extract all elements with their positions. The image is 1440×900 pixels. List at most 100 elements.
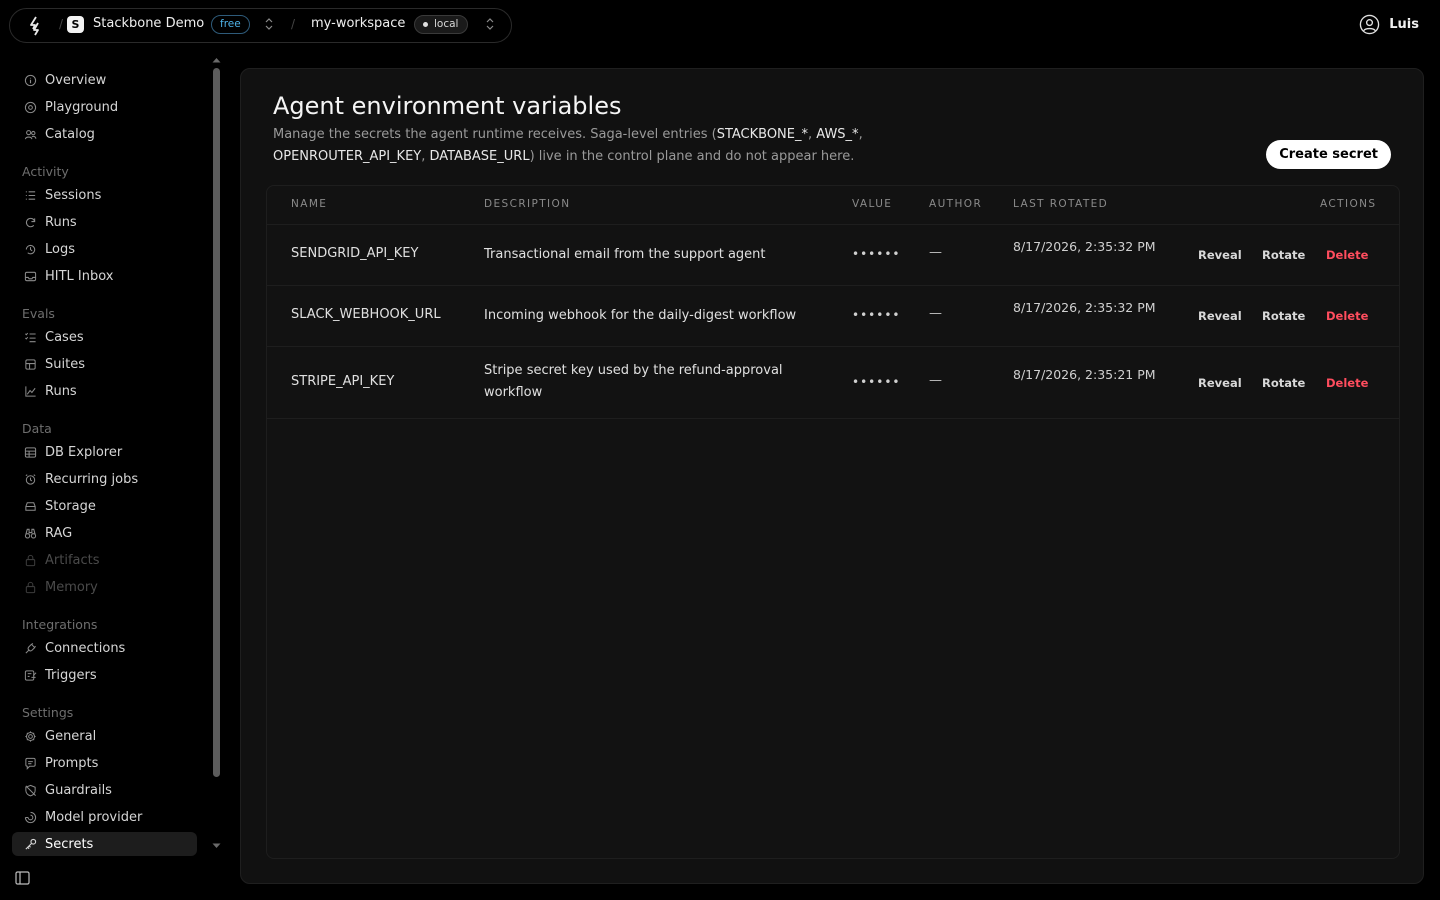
sidebar-item-guardrails[interactable]: Guardrails [12, 778, 197, 802]
plan-badge: free [211, 15, 250, 34]
sidebar-item-prompts[interactable]: Prompts [12, 751, 197, 775]
sidebar-item-sessions[interactable]: Sessions [12, 183, 197, 207]
sidebar-item-triggers[interactable]: Triggers [12, 663, 197, 687]
workspace-name[interactable]: my-workspace [311, 16, 405, 31]
secret-last-rotated: 8/17/2026, 2:35:32 PM [1013, 239, 1156, 254]
secret-name: STRIPE_API_KEY [291, 374, 395, 389]
sidebar-nav: Overview Playground Catalog Activity Ses… [0, 56, 226, 860]
delete-button[interactable]: Delete [1326, 248, 1368, 262]
secret-author: — [929, 245, 942, 260]
user-menu[interactable]: Luis [1359, 14, 1419, 35]
sidebar-item-recurring-jobs[interactable]: Recurring jobs [12, 467, 197, 491]
sidebar-item-suites[interactable]: Suites [12, 352, 197, 376]
sidebar-item-label: Sessions [45, 187, 102, 203]
list-icon [25, 190, 36, 200]
table-icon [24, 446, 37, 458]
sidebar-item-rag[interactable]: RAG [12, 521, 197, 545]
sidebar-item-storage[interactable]: Storage [12, 494, 197, 518]
sidebar-item-logs[interactable]: Logs [12, 237, 197, 261]
plug-icon [25, 642, 36, 654]
sidebar-item-label: DB Explorer [45, 444, 123, 460]
rotate-button[interactable]: Rotate [1262, 309, 1305, 323]
binoculars-icon [24, 528, 37, 538]
sidebar-item-hitl-inbox[interactable]: HITL Inbox [12, 264, 197, 288]
sidebar-item-label: Secrets [45, 836, 94, 852]
alarm-icon [25, 473, 36, 485]
sidebar-item-cases[interactable]: Cases [12, 325, 197, 349]
nav-group-evals: Evals [22, 306, 55, 321]
column-header-actions: Actions [1320, 198, 1377, 210]
history-icon [25, 244, 36, 254]
sidebar-item-runs[interactable]: Runs [12, 210, 197, 234]
sidebar-item-label: RAG [45, 525, 73, 541]
user-name: Luis [1389, 17, 1419, 32]
sidebar-item-eval-runs[interactable]: Runs [12, 379, 197, 403]
create-secret-button[interactable]: Create secret [1266, 140, 1391, 169]
secret-value-masked: •••••• [852, 247, 901, 261]
sidebar-item-memory: Memory [12, 575, 197, 599]
nav-group-integrations: Integrations [22, 617, 98, 632]
sidebar-item-label: Storage [45, 498, 96, 514]
sidebar-item-overview[interactable]: Overview [12, 68, 197, 92]
delete-button[interactable]: Delete [1326, 309, 1368, 323]
scroll-down-arrow-icon[interactable] [212, 843, 221, 849]
rotate-button[interactable]: Rotate [1262, 248, 1305, 262]
secret-description: Transactional email from the support age… [484, 247, 766, 262]
separator-slash: / [59, 17, 64, 31]
delete-button[interactable]: Delete [1326, 376, 1368, 390]
reveal-button[interactable]: Reveal [1198, 309, 1242, 323]
info-circle-icon [24, 74, 37, 86]
table-row: STRIPE_API_KEY Stripe secret key used by… [267, 346, 1399, 419]
secret-description: Stripe secret key used by the refund-app… [484, 363, 783, 400]
trigger-icon [24, 669, 37, 681]
sidebar-item-label: Prompts [45, 755, 99, 771]
chart-line-icon [25, 385, 36, 397]
sidebar-item-label: Artifacts [45, 552, 100, 568]
sidebar-item-general[interactable]: General [12, 724, 197, 748]
sidebar-item-label: Triggers [45, 667, 97, 683]
target-icon [24, 101, 37, 113]
page-title: Agent environment variables [273, 92, 622, 120]
env-status-dot [423, 22, 428, 27]
sidebar-item-label: Logs [45, 241, 75, 257]
sidebar-scrollbar-thumb[interactable] [213, 68, 220, 777]
separator-slash: / [291, 17, 296, 31]
rotate-button[interactable]: Rotate [1262, 376, 1305, 390]
page-description: Manage the secrets the agent runtime rec… [273, 127, 863, 164]
sidebar-item-playground[interactable]: Playground [12, 95, 197, 119]
model-icon [24, 811, 37, 823]
org-name[interactable]: Stackbone Demo [93, 16, 204, 31]
table-row: SLACK_WEBHOOK_URL Incoming webhook for t… [267, 285, 1399, 346]
environment-badge: local [414, 15, 469, 34]
sidebar-item-label: Recurring jobs [45, 471, 139, 487]
sidebar-item-label: HITL Inbox [45, 268, 114, 284]
sidebar-item-catalog[interactable]: Catalog [12, 122, 197, 146]
sidebar-item-label: Runs [45, 383, 77, 399]
sidebar-toggle-icon[interactable] [15, 871, 30, 885]
gear-icon [25, 730, 36, 742]
column-header-description: Description [484, 198, 571, 210]
reveal-button[interactable]: Reveal [1198, 248, 1242, 262]
sidebar-item-connections[interactable]: Connections [12, 636, 197, 660]
checklist-icon [25, 332, 36, 342]
reveal-button[interactable]: Reveal [1198, 376, 1242, 390]
user-circle-icon [1360, 14, 1380, 35]
org-switch-chevron-icon[interactable] [264, 17, 274, 31]
secret-description: Incoming webhook for the daily-digest wo… [484, 308, 797, 323]
sidebar-item-db-explorer[interactable]: DB Explorer [12, 440, 197, 464]
sidebar-item-label: Connections [45, 640, 126, 656]
sidebar-item-label: Guardrails [45, 782, 112, 798]
sidebar-item-secrets[interactable]: Secrets [12, 832, 197, 856]
scroll-up-arrow-icon[interactable] [212, 57, 221, 63]
stackbone-logo-icon[interactable] [27, 16, 43, 36]
column-header-value: Value [852, 198, 893, 210]
secret-last-rotated: 8/17/2026, 2:35:32 PM [1013, 300, 1156, 315]
sidebar-item-model-provider[interactable]: Model provider [12, 805, 197, 829]
secret-author: — [929, 306, 942, 321]
table-row: SENDGRID_API_KEY Transactional email fro… [267, 224, 1399, 285]
box-icon [25, 358, 36, 370]
column-header-last-rotated: Last rotated [1013, 198, 1109, 210]
workspace-switch-chevron-icon[interactable] [485, 17, 495, 31]
main-panel: Agent environment variables Manage the s… [240, 68, 1424, 884]
key-icon [25, 838, 37, 850]
